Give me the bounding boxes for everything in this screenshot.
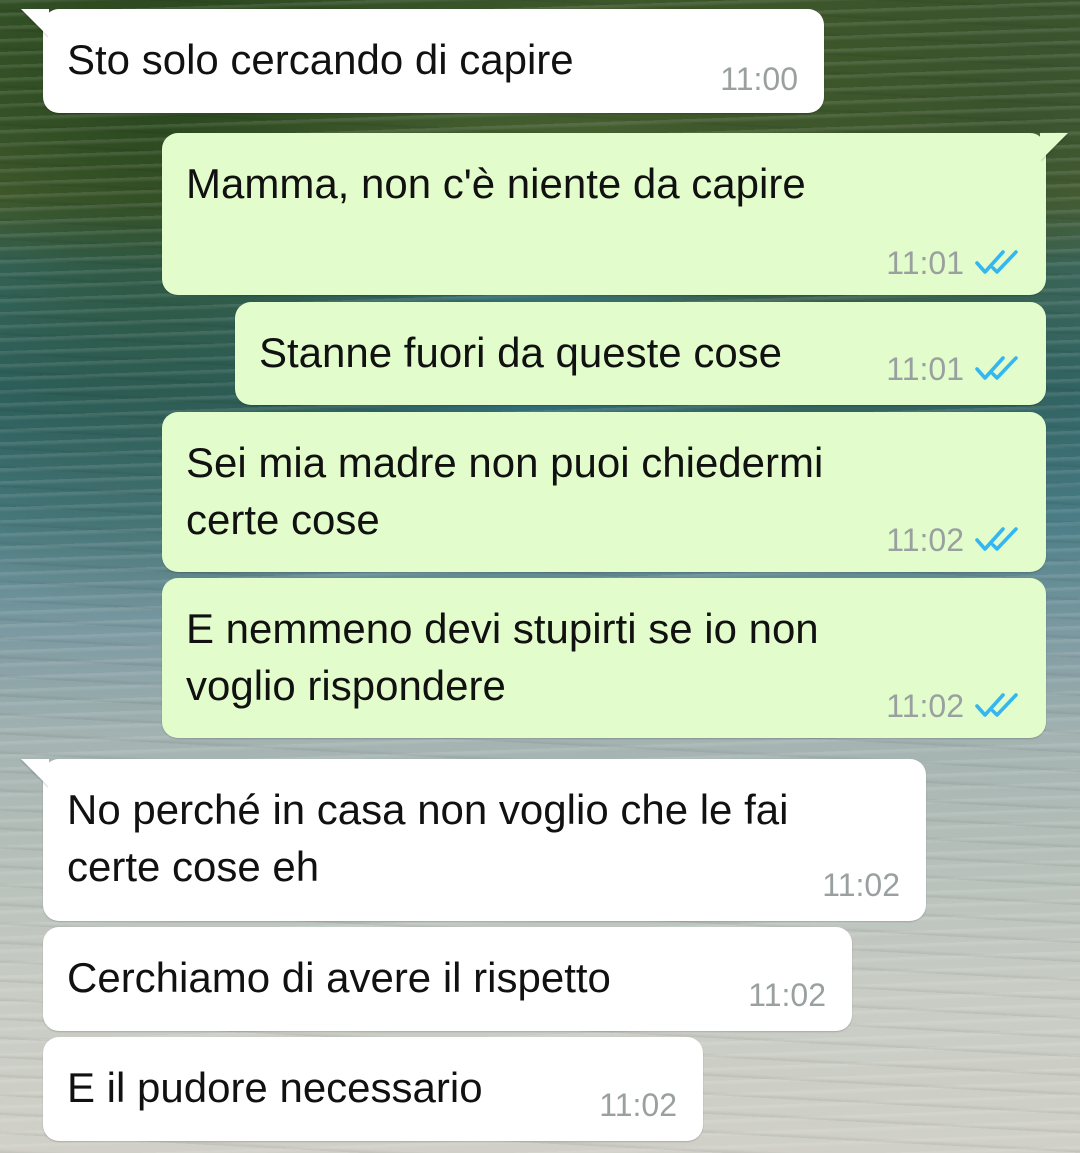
message-time: 11:01 bbox=[886, 245, 964, 281]
message-bubble-outgoing[interactable]: Sei mia madre non puoi chiedermi certe c… bbox=[162, 412, 1046, 572]
message-text: Cerchiamo di avere il rispetto bbox=[67, 954, 611, 1001]
message-meta: 11:01 bbox=[886, 245, 1020, 281]
message-bubble-incoming[interactable]: Cerchiamo di avere il rispetto 11:02 bbox=[43, 927, 852, 1031]
message-meta: 11:00 bbox=[720, 61, 798, 97]
bubble-tail bbox=[21, 759, 49, 787]
message-meta: 11:02 bbox=[748, 977, 826, 1013]
message-time: 11:02 bbox=[886, 688, 964, 724]
message-meta: 11:02 bbox=[599, 1087, 677, 1123]
message-meta: 11:02 bbox=[886, 522, 1020, 558]
message-bubble-outgoing[interactable]: Stanne fuori da queste cose 11:01 bbox=[235, 302, 1046, 405]
message-text: Sto solo cercando di capire bbox=[67, 36, 574, 83]
message-time: 11:01 bbox=[886, 351, 964, 387]
message-text: Mamma, non c'è niente da capire bbox=[186, 160, 806, 207]
double-check-icon bbox=[974, 354, 1020, 384]
message-time: 11:00 bbox=[720, 61, 798, 97]
message-bubble-incoming[interactable]: No perché in casa non voglio che le fai … bbox=[21, 759, 926, 921]
message-bubble-incoming[interactable]: E il pudore necessario 11:02 bbox=[43, 1037, 703, 1141]
bubble-tail bbox=[1040, 133, 1068, 161]
message-bubble-incoming[interactable]: Sto solo cercando di capire 11:00 bbox=[21, 9, 824, 113]
message-time: 11:02 bbox=[822, 867, 900, 903]
double-check-icon bbox=[974, 691, 1020, 721]
message-text: No perché in casa non voglio che le fai … bbox=[67, 786, 789, 890]
double-check-icon bbox=[974, 248, 1020, 278]
message-text: E il pudore necessario bbox=[67, 1064, 483, 1111]
bubble-tail bbox=[21, 9, 49, 37]
message-time: 11:02 bbox=[748, 977, 826, 1013]
double-check-icon bbox=[974, 525, 1020, 555]
message-bubble-outgoing[interactable]: Mamma, non c'è niente da capire 11:01 bbox=[162, 133, 1068, 295]
message-bubble-outgoing[interactable]: E nemmeno devi stupirti se io non voglio… bbox=[162, 578, 1046, 738]
message-meta: 11:02 bbox=[886, 688, 1020, 724]
message-time: 11:02 bbox=[886, 522, 964, 558]
message-meta: 11:02 bbox=[822, 867, 900, 903]
message-meta: 11:01 bbox=[886, 351, 1020, 387]
message-time: 11:02 bbox=[599, 1087, 677, 1123]
